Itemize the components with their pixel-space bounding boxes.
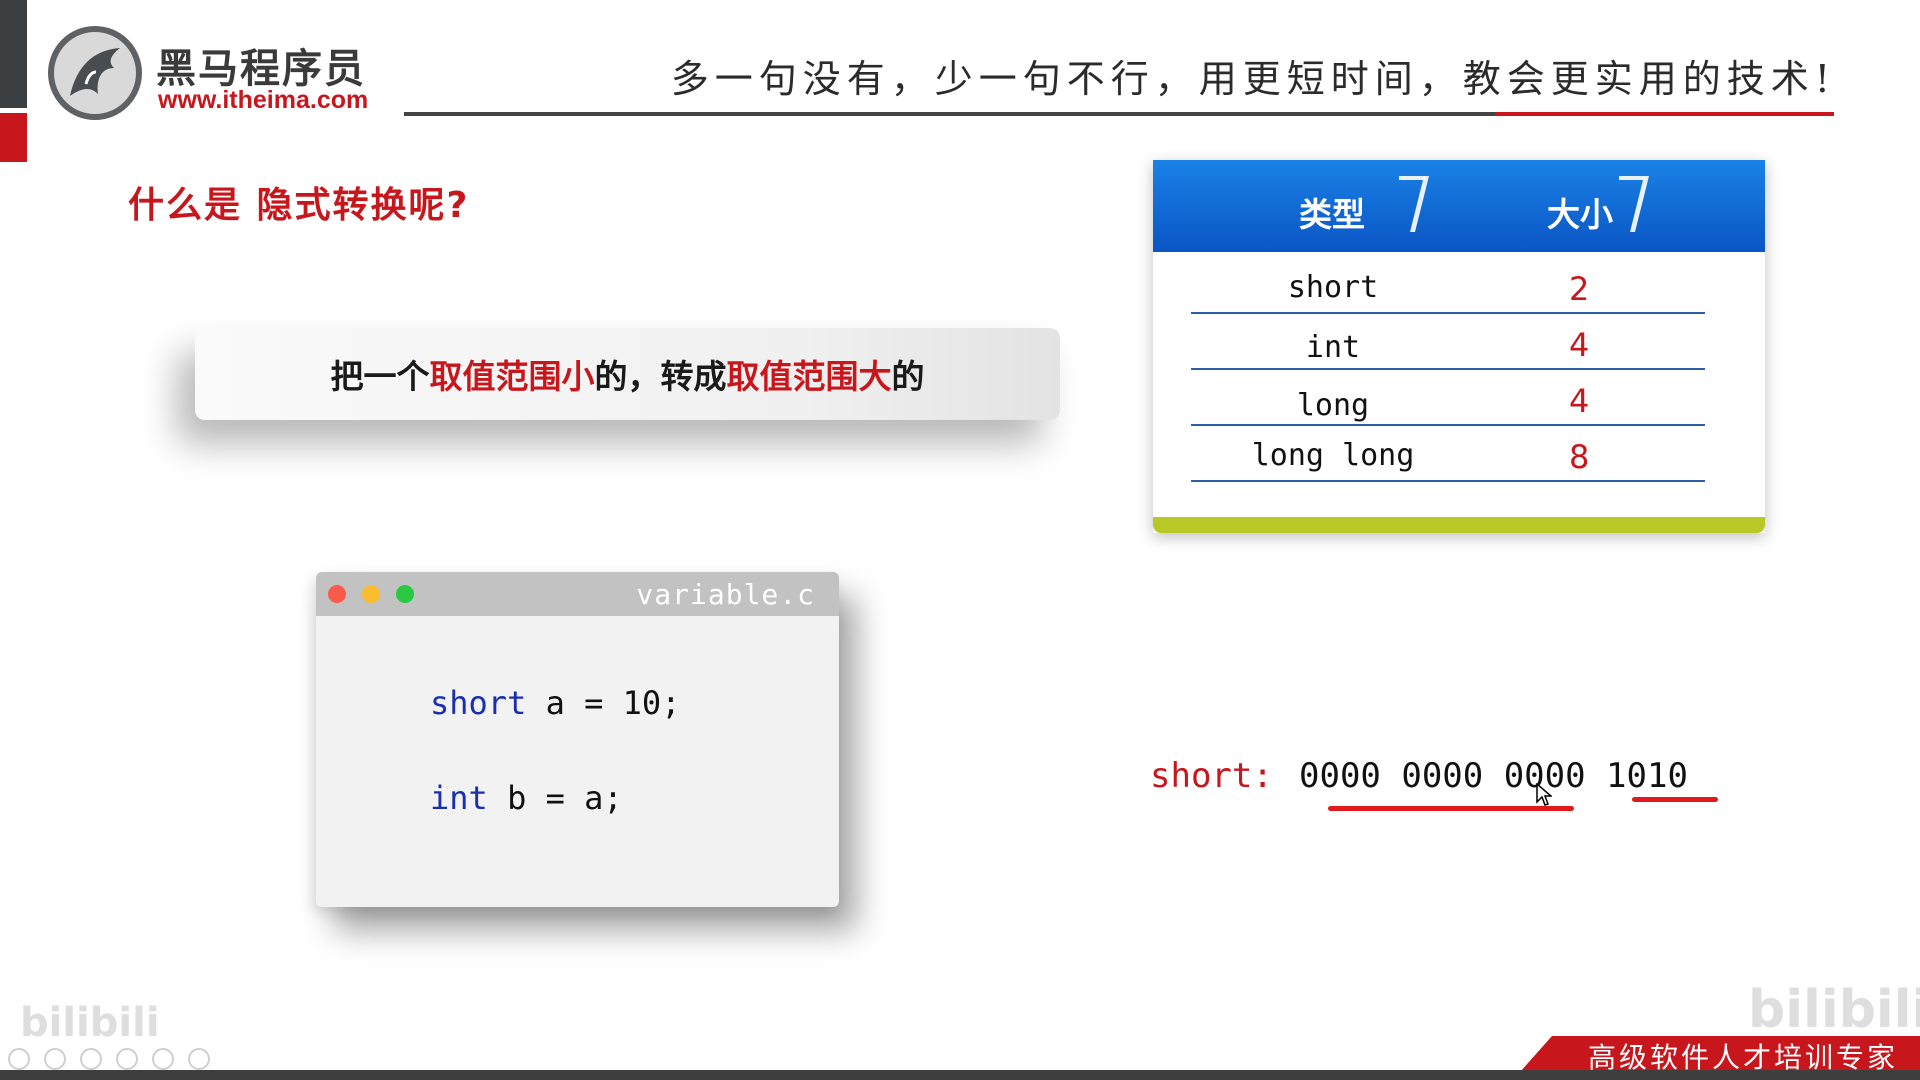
left-edge-red-bar [0,113,27,162]
minimize-dot-icon [362,585,380,603]
table-cell-type: int [1305,330,1361,365]
table-header-type: 类型 [1299,195,1365,234]
code-text: a = 10; [526,684,681,722]
header-slash-decoration [1410,176,1429,232]
header-slash-cap-decoration [1399,176,1425,180]
table-cell-type: long long [1251,438,1415,473]
definition-text-3: 的 [891,357,925,396]
table-cell-type: long [1296,388,1370,423]
table-row-divider [1191,480,1705,482]
close-dot-icon [328,585,346,603]
horse-logo-icon [48,26,142,120]
table-row-divider [1191,368,1705,370]
table-header: 类型 大小 [1153,160,1765,252]
table-row-divider [1191,312,1705,314]
header-divider-accent [1495,112,1834,116]
definition-text-2: 的，转成 [594,357,727,396]
player-pen-icon[interactable] [80,1048,102,1070]
code-line: short a = 10; [430,684,680,722]
binary-value: 0000 0000 0000 1010 [1299,756,1688,796]
slide-question: 什么是 隐式转换呢? [128,185,470,226]
header-slogan: 多一句没有，少一句不行，用更短时间，教会更实用的技术! [670,57,1836,101]
definition-box: 把一个 取值范围小 的，转成 取值范围大的 [195,328,1060,420]
code-window: variable.c short a = 10; int b = a; [316,572,839,907]
footer-bar [0,1070,1920,1080]
table-header-size: 大小 [1547,195,1613,234]
table-footer-bar [1153,517,1765,533]
code-window-titlebar: variable.c [316,572,839,616]
bilibili-watermark-right: bilibili [1748,980,1920,1040]
left-edge-dark-bar [0,0,27,108]
binary-label: short: [1150,756,1273,796]
logo-url: www.itheima.com [158,86,369,114]
code-line: int b = a; [430,779,623,817]
player-next-icon[interactable] [44,1048,66,1070]
player-slides-icon[interactable] [116,1048,138,1070]
maximize-dot-icon [396,585,414,603]
type-size-table: 类型 大小 short 2 int 4 long 4 long long 8 [1153,160,1765,533]
player-prev-icon[interactable] [8,1048,30,1070]
header-slash-cap-decoration [1619,176,1645,180]
definition-highlight-small: 取值范围小 [429,357,595,396]
definition-text-1: 把一个 [330,357,430,396]
definition-highlight-large: 取值范围大 [726,357,892,396]
header-slash-decoration [1630,176,1649,232]
table-row-divider [1191,424,1705,426]
player-more-icon[interactable] [188,1048,210,1070]
brand-logo: 黑马程序员 www.itheima.com [48,26,378,120]
bilibili-watermark-left: bilibili [20,1000,160,1046]
mouse-cursor-icon [1536,783,1552,806]
code-text: b = a; [487,779,623,817]
player-zoom-icon[interactable] [152,1048,174,1070]
code-keyword: int [430,779,488,817]
table-cell-type: short [1287,270,1379,305]
code-keyword: short [430,684,527,722]
code-filename: variable.c [636,578,815,611]
binary-underline-low-bits [1632,797,1718,802]
